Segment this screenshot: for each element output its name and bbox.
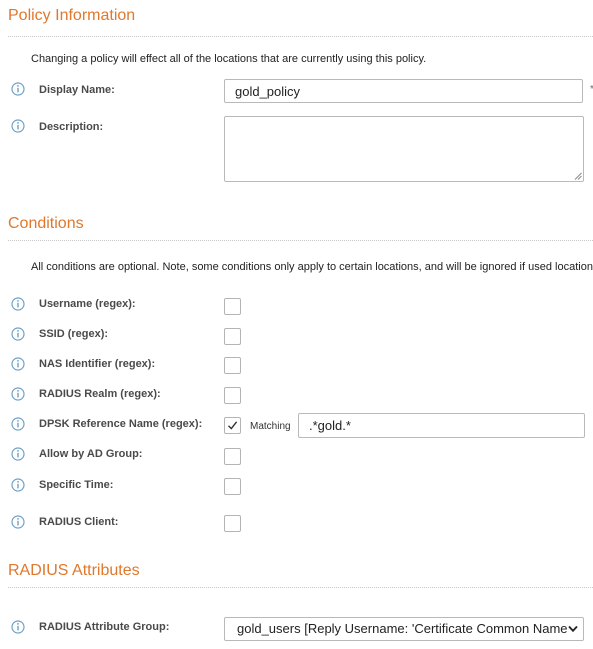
condition-label-radius-client: RADIUS Client:: [39, 516, 119, 528]
condition-label-nas-identifier: NAS Identifier (regex):: [39, 358, 156, 370]
info-icon[interactable]: [11, 478, 25, 492]
radius-attribute-group-select[interactable]: gold_users [Reply Username: 'Certificate…: [224, 617, 584, 641]
condition-label-radius-realm: RADIUS Realm (regex):: [39, 388, 161, 400]
condition-label-allow-by-ad-group: Allow by AD Group:: [39, 448, 143, 460]
checkmark-icon: [228, 421, 238, 430]
condition-checkbox-nas-identifier[interactable]: [224, 357, 241, 374]
condition-checkbox-specific-time[interactable]: [224, 478, 241, 495]
condition-checkbox-allow-by-ad-group[interactable]: [224, 448, 241, 465]
policy-change-note: Changing a policy will effect all of the…: [31, 53, 427, 65]
matching-label: Matching: [250, 421, 291, 432]
info-icon[interactable]: [11, 515, 25, 529]
info-icon[interactable]: [11, 620, 25, 634]
info-icon[interactable]: [11, 417, 25, 431]
info-icon[interactable]: [11, 357, 25, 371]
section-divider: [8, 240, 593, 241]
section-divider: [8, 587, 593, 588]
description-textarea[interactable]: [224, 116, 584, 182]
condition-label-ssid: SSID (regex):: [39, 328, 109, 340]
display-name-input[interactable]: [224, 79, 583, 103]
info-icon[interactable]: [11, 447, 25, 461]
condition-label-specific-time: Specific Time:: [39, 479, 114, 491]
section-title-conditions: Conditions: [8, 215, 84, 232]
conditions-note: All conditions are optional. Note, some …: [31, 261, 593, 273]
condition-checkbox-ssid[interactable]: [224, 328, 241, 345]
condition-checkbox-username[interactable]: [224, 298, 241, 315]
condition-label-dpsk-reference-name: DPSK Reference Name (regex):: [39, 418, 203, 430]
radius-attribute-group-label: RADIUS Attribute Group:: [39, 621, 170, 633]
resize-grip-icon[interactable]: [574, 172, 582, 180]
info-icon[interactable]: [11, 82, 25, 96]
info-icon[interactable]: [11, 297, 25, 311]
condition-checkbox-dpsk-reference-name[interactable]: [224, 417, 241, 434]
chevron-down-icon: [568, 625, 578, 633]
section-title-radius-attributes: RADIUS Attributes: [8, 562, 140, 579]
info-icon[interactable]: [11, 119, 25, 133]
condition-checkbox-radius-realm[interactable]: [224, 387, 241, 404]
info-icon[interactable]: [11, 327, 25, 341]
radius-attribute-group-selected: gold_users [Reply Username: 'Certificate…: [237, 621, 568, 636]
info-icon[interactable]: [11, 387, 25, 401]
condition-label-username: Username (regex):: [39, 298, 136, 310]
condition-checkbox-radius-client[interactable]: [224, 515, 241, 532]
description-label: Description:: [39, 121, 104, 133]
display-name-label: Display Name:: [39, 84, 115, 96]
dpsk-matching-input[interactable]: [298, 413, 585, 438]
section-divider: [8, 36, 593, 37]
section-title-policy-information: Policy Information: [8, 7, 136, 24]
